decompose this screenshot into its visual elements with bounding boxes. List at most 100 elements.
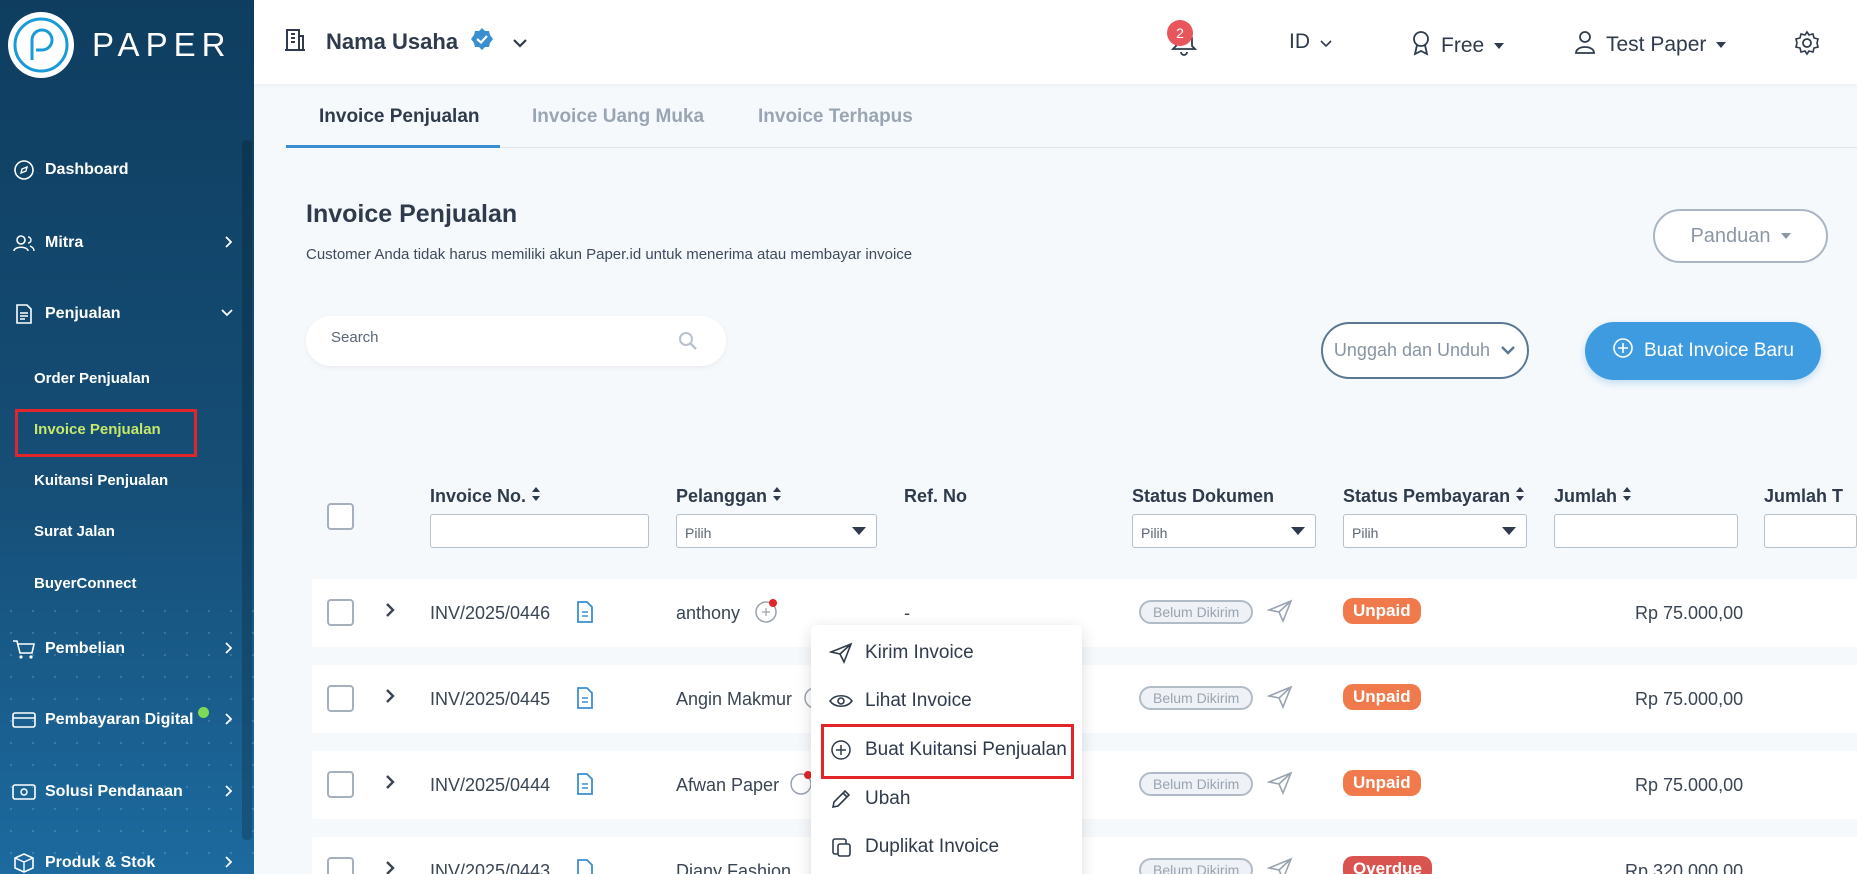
sort-icon xyxy=(1622,486,1632,507)
table-row[interactable]: INV/2025/0444 Afwan Paper Belum Dikirim … xyxy=(312,751,1857,819)
menu-item-kirim-invoice[interactable]: Kirim Invoice xyxy=(829,642,974,664)
create-invoice-button[interactable]: Buat Invoice Baru xyxy=(1585,322,1821,380)
business-switcher[interactable]: Nama Usaha xyxy=(284,26,528,58)
invoice-number[interactable]: INV/2025/0443 xyxy=(430,861,550,874)
filter-invoice-no-input[interactable] xyxy=(430,514,649,548)
card-icon xyxy=(12,708,36,732)
expand-chevron-icon[interactable] xyxy=(384,773,396,796)
payment-status-badge: Unpaid xyxy=(1343,684,1421,710)
dropdown-arrow-icon xyxy=(1291,527,1305,535)
expand-chevron-icon[interactable] xyxy=(384,601,396,624)
row-checkbox[interactable] xyxy=(327,771,354,798)
column-header-jumlah[interactable]: Jumlah xyxy=(1554,486,1632,507)
tab-invoice-penjualan[interactable]: Invoice Penjualan xyxy=(319,106,480,128)
chevron-right-icon xyxy=(224,640,234,661)
document-status-badge: Belum Dikirim xyxy=(1139,772,1254,796)
upload-download-button[interactable]: Unggah dan Unduh xyxy=(1321,322,1529,379)
filter-jumlah-tagihan-input[interactable] xyxy=(1764,514,1857,548)
payment-status-badge: Unpaid xyxy=(1343,770,1421,796)
pencil-icon xyxy=(829,788,853,810)
filter-jumlah-input[interactable] xyxy=(1554,514,1738,548)
page-title: Invoice Penjualan xyxy=(306,200,518,228)
logo-mark-icon xyxy=(8,12,74,78)
menu-item-buat-kuitansi-penjualan[interactable]: Buat Kuitansi Penjualan xyxy=(829,739,1067,761)
plus-circle-icon xyxy=(829,739,853,761)
document-icon[interactable] xyxy=(576,601,594,628)
tab-bar: Invoice Penjualan Invoice Uang Muka Invo… xyxy=(286,98,1857,148)
table-row[interactable]: INV/2025/0446 anthony - Belum Dikirim Un… xyxy=(312,579,1857,647)
send-icon[interactable] xyxy=(1266,771,1293,800)
sidebar-item-label: Pembayaran Digital xyxy=(45,711,194,728)
document-icon[interactable] xyxy=(576,859,594,874)
invoice-number[interactable]: INV/2025/0446 xyxy=(430,603,550,624)
sidebar-item-penjualan[interactable]: Penjualan xyxy=(12,299,242,329)
table-row[interactable]: INV/2025/0445 Angin Makmur Belum Dikirim… xyxy=(312,665,1857,733)
sidebar-item-solusi-pendanaan[interactable]: Solusi Pendanaan xyxy=(12,777,242,807)
row-checkbox[interactable] xyxy=(327,599,354,626)
sidebar-subitem-kuitansi-penjualan[interactable]: Kuitansi Penjualan xyxy=(34,472,168,489)
send-icon[interactable] xyxy=(1266,685,1293,714)
row-checkbox[interactable] xyxy=(327,685,354,712)
table-row[interactable]: INV/2025/0443 Diany Fashion Belum Dikiri… xyxy=(312,837,1857,874)
document-icon[interactable] xyxy=(576,773,594,800)
menu-item-ubah[interactable]: Ubah xyxy=(829,788,910,810)
expand-chevron-icon[interactable] xyxy=(384,859,396,874)
column-label: Jumlah T xyxy=(1764,486,1844,506)
column-header-status-pembayaran[interactable]: Status Pembayaran xyxy=(1343,486,1525,507)
sidebar-item-mitra[interactable]: Mitra xyxy=(12,228,242,258)
logo[interactable]: PAPER xyxy=(8,12,231,78)
guide-button[interactable]: Panduan xyxy=(1653,209,1828,263)
search-input[interactable] xyxy=(331,329,661,346)
document-icon[interactable] xyxy=(576,687,594,714)
caret-down-icon xyxy=(1780,233,1791,239)
chevron-right-icon xyxy=(224,854,234,874)
menu-item-label: Buat Kuitansi Penjualan xyxy=(865,739,1067,760)
column-header-invoice-no[interactable]: Invoice No. xyxy=(430,486,541,507)
caret-down-icon xyxy=(1716,42,1727,48)
expand-chevron-icon[interactable] xyxy=(384,687,396,710)
send-icon[interactable] xyxy=(1266,857,1293,874)
sidebar-item-dashboard[interactable]: Dashboard xyxy=(12,155,242,185)
language-selector[interactable]: ID xyxy=(1289,30,1332,54)
menu-item-duplikat-invoice[interactable]: Duplikat Invoice xyxy=(829,836,999,858)
plan-selector[interactable]: Free xyxy=(1411,30,1505,62)
column-label: Ref. No xyxy=(904,486,967,506)
sidebar-subitem-order-penjualan[interactable]: Order Penjualan xyxy=(34,370,150,387)
column-header-status-dokumen: Status Dokumen xyxy=(1132,486,1274,507)
sidebar-subitem-surat-jalan[interactable]: Surat Jalan xyxy=(34,523,115,540)
eye-icon xyxy=(829,693,853,709)
sort-icon xyxy=(1515,486,1525,507)
invoice-number[interactable]: INV/2025/0445 xyxy=(430,689,550,710)
amount: Rp 75.000,00 xyxy=(1635,689,1744,709)
filter-status-pembayaran-select[interactable]: Pilih xyxy=(1343,514,1527,548)
user-menu[interactable]: Test Paper xyxy=(1574,30,1727,60)
tab-invoice-terhapus[interactable]: Invoice Terhapus xyxy=(758,106,913,128)
users-icon xyxy=(12,231,36,255)
sidebar-item-pembayaran-digital[interactable]: Pembayaran Digital xyxy=(12,705,242,735)
send-icon xyxy=(829,642,853,664)
sidebar-item-pembelian[interactable]: Pembelian xyxy=(12,634,242,664)
menu-item-lihat-invoice[interactable]: Lihat Invoice xyxy=(829,690,972,712)
top-header: Nama Usaha 2 ID Free Test Paper xyxy=(254,0,1857,84)
customer-link-icon xyxy=(753,598,779,629)
menu-item-label: Kirim Invoice xyxy=(865,642,974,663)
customer-name: anthony xyxy=(676,603,741,623)
search-icon[interactable] xyxy=(678,331,698,356)
menu-item-label: Lihat Invoice xyxy=(865,690,972,711)
new-indicator-dot xyxy=(197,706,209,718)
invoice-number[interactable]: INV/2025/0444 xyxy=(430,775,550,796)
sidebar-subitem-buyerconnect[interactable]: BuyerConnect xyxy=(34,575,137,592)
select-all-checkbox[interactable] xyxy=(327,503,354,530)
column-header-jumlah-tagihan: Jumlah T xyxy=(1764,486,1843,507)
sidebar: PAPER Dashboard Mitra Penjualan Order Pe… xyxy=(0,0,254,874)
dropdown-arrow-icon xyxy=(852,527,866,535)
filter-pelanggan-select[interactable]: Pilih xyxy=(676,514,877,548)
column-header-pelanggan[interactable]: Pelanggan xyxy=(676,486,782,507)
filter-status-dokumen-select[interactable]: Pilih xyxy=(1132,514,1316,548)
tab-invoice-uang-muka[interactable]: Invoice Uang Muka xyxy=(532,106,704,128)
gear-icon[interactable] xyxy=(1794,30,1820,61)
sidebar-item-produk-stok[interactable]: Produk & Stok xyxy=(12,848,242,874)
send-icon[interactable] xyxy=(1266,599,1293,628)
row-checkbox[interactable] xyxy=(327,857,354,874)
sidebar-scrollbar[interactable] xyxy=(242,140,252,840)
